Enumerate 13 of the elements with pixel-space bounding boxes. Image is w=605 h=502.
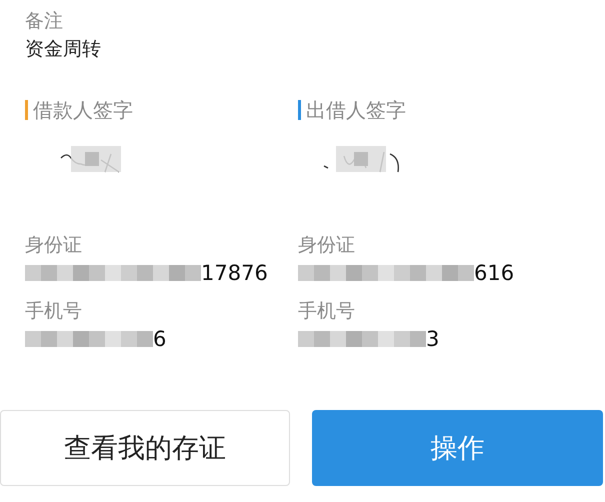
view-certificate-button[interactable]: 查看我的存证: [0, 410, 290, 486]
section-title: 出借人签字: [306, 97, 406, 124]
remark-label: 备注: [25, 9, 64, 34]
section-title: 借款人签字: [33, 97, 133, 124]
phone-label: 手机号: [298, 299, 356, 324]
remark-value: 资金周转: [25, 37, 102, 62]
id-label: 身份证: [25, 233, 83, 258]
id-number: 17876: [201, 260, 268, 287]
id-number: 616: [474, 260, 514, 287]
phone-label: 手机号: [25, 299, 83, 324]
phone-number: 3: [426, 326, 440, 353]
phone-number: 6: [153, 326, 166, 353]
id-label: 身份证: [298, 233, 356, 258]
